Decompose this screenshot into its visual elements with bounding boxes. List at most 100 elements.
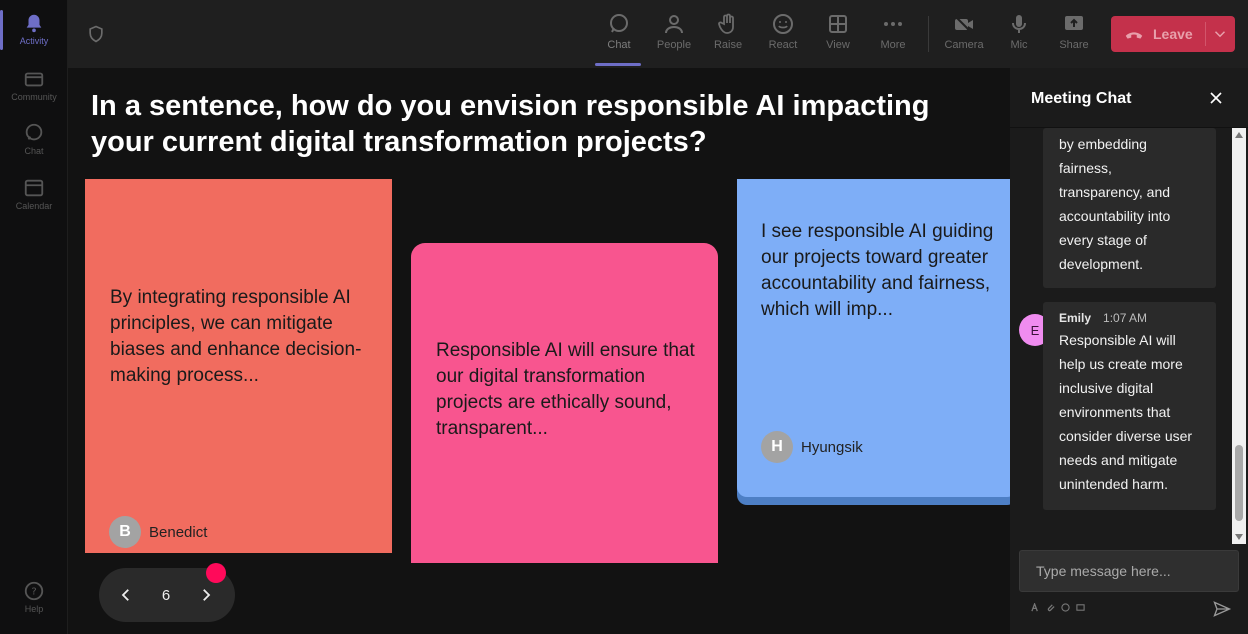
presentation-stage: In a sentence, how do you envision respo… — [68, 68, 1010, 634]
bell-icon — [26, 14, 42, 33]
gif-icon[interactable] — [1076, 603, 1085, 612]
meeting-toolbar: Chat People Raise React View More Camera… — [68, 0, 1248, 68]
view-button[interactable]: View — [812, 10, 864, 62]
message-time: 1:07 AM — [1103, 311, 1148, 325]
mic-label: Mic — [1010, 39, 1028, 51]
more-button[interactable]: More — [867, 10, 919, 62]
calendar-icon — [24, 179, 44, 197]
send-icon[interactable] — [1212, 599, 1232, 619]
scroll-up-arrow[interactable] — [1235, 132, 1243, 138]
message-line: needs and mitigate — [1059, 452, 1178, 468]
chat-icon — [610, 14, 628, 33]
message-line: unintended harm. — [1059, 476, 1168, 492]
leave-label: Leave — [1153, 26, 1193, 42]
response-author: B Benedict — [109, 516, 207, 548]
microphone-icon — [1012, 15, 1026, 33]
chevron-down-icon[interactable] — [1211, 24, 1229, 44]
scroll-thumb[interactable] — [1235, 445, 1243, 521]
toolbar-divider — [928, 16, 929, 52]
rail-item-chat[interactable]: Chat — [4, 116, 64, 166]
camera-button[interactable]: Camera — [938, 10, 990, 62]
rail-item-community[interactable]: Community — [4, 62, 64, 112]
message-line: inclusive digital — [1059, 380, 1154, 396]
rail-item-label: Calendar — [15, 201, 53, 211]
author-name: Hyungsik — [801, 438, 863, 456]
people-button-label: People — [656, 39, 692, 51]
help-icon: ? — [24, 581, 44, 601]
close-icon[interactable] — [1206, 88, 1226, 108]
previous-slide-button[interactable] — [111, 580, 141, 610]
message-meta: Emily 1:07 AM — [1059, 310, 1200, 326]
camera-label: Camera — [944, 39, 984, 51]
hang-up-icon — [1125, 32, 1143, 39]
meeting-chat-panel: Meeting Chat by embedding fairness, tran… — [1010, 68, 1248, 634]
chat-scrollbar[interactable] — [1232, 128, 1246, 544]
hand-icon — [718, 13, 734, 34]
chat-button[interactable]: Chat — [593, 10, 645, 66]
chat-message-input[interactable] — [1019, 550, 1239, 592]
chat-title: Meeting Chat — [1031, 90, 1132, 107]
leave-divider — [1205, 22, 1206, 46]
more-dots-icon — [884, 22, 902, 26]
rail-item-calendar[interactable]: Calendar — [4, 171, 64, 221]
rail-item-label: Community — [11, 92, 57, 102]
response-card[interactable]: I see responsible AI guiding our project… — [737, 179, 1010, 497]
svg-text:?: ? — [31, 587, 36, 598]
share-button[interactable]: Share — [1048, 10, 1100, 62]
more-label: More — [880, 39, 906, 51]
view-label: View — [826, 39, 850, 51]
message-line: every stage of — [1059, 232, 1147, 248]
chat-message: Emily 1:07 AM Responsible AI will help u… — [1043, 302, 1216, 510]
response-text: Responsible AI will ensure that our digi… — [436, 340, 695, 439]
scroll-down-arrow[interactable] — [1235, 534, 1243, 540]
share-screen-icon — [1065, 16, 1083, 30]
react-label: React — [768, 39, 798, 51]
message-line: transparency, and — [1059, 184, 1171, 200]
pointer-dot — [206, 563, 226, 583]
response-card[interactable]: Responsible AI will ensure that our digi… — [411, 243, 718, 563]
question-title: In a sentence, how do you envision respo… — [91, 90, 930, 158]
message-line: Responsible AI will — [1059, 332, 1176, 348]
chat-icon — [25, 123, 43, 141]
react-button[interactable]: React — [757, 10, 809, 62]
share-label: Share — [1059, 39, 1089, 51]
response-text: I see responsible AI guiding our project… — [761, 221, 994, 320]
message-line: environments that — [1059, 404, 1171, 420]
person-icon — [665, 15, 683, 34]
message-line: help us create more — [1059, 356, 1183, 372]
message-line: by embedding — [1059, 136, 1147, 152]
chevron-right-icon — [203, 589, 211, 601]
camera-off-icon — [954, 15, 973, 34]
chat-message-list: by embedding fairness, transparency, and… — [1010, 128, 1248, 544]
slide-number: 6 — [161, 586, 171, 604]
rail-item-label: Chat — [24, 146, 44, 156]
avatar-initial: E — [1030, 322, 1040, 338]
shield-icon[interactable] — [86, 24, 106, 44]
format-icon[interactable] — [1031, 603, 1040, 612]
message-line: development. — [1059, 256, 1144, 272]
rail-item-activity[interactable]: Activity — [0, 6, 64, 56]
rail-item-help[interactable]: ? Help — [4, 574, 64, 624]
rail-item-label: Help — [24, 604, 44, 614]
smiley-icon — [773, 14, 793, 34]
people-button[interactable]: People — [648, 10, 700, 62]
emoji-icon[interactable] — [1061, 603, 1070, 612]
response-author: H Hyungsik — [761, 431, 863, 463]
chevron-left-icon — [121, 589, 129, 601]
response-card[interactable]: By integrating responsible AI principles… — [85, 179, 392, 553]
leave-button[interactable]: Leave — [1111, 16, 1235, 52]
chat-format-tools — [1031, 603, 1085, 612]
mic-button[interactable]: Mic — [993, 10, 1045, 62]
next-slide-button[interactable] — [191, 580, 221, 610]
community-icon — [24, 72, 44, 87]
message-line: accountability into — [1059, 208, 1171, 224]
chat-message: by embedding fairness, transparency, and… — [1043, 128, 1216, 288]
chat-header: Meeting Chat — [1010, 68, 1248, 128]
attach-icon[interactable] — [1046, 603, 1055, 612]
message-author: Emily — [1059, 311, 1092, 325]
raise-hand-label: Raise — [713, 39, 743, 51]
avatar: B — [109, 516, 141, 548]
chat-button-label: Chat — [607, 39, 631, 51]
raise-hand-button[interactable]: Raise — [702, 10, 754, 62]
message-line: fairness, — [1059, 160, 1112, 176]
